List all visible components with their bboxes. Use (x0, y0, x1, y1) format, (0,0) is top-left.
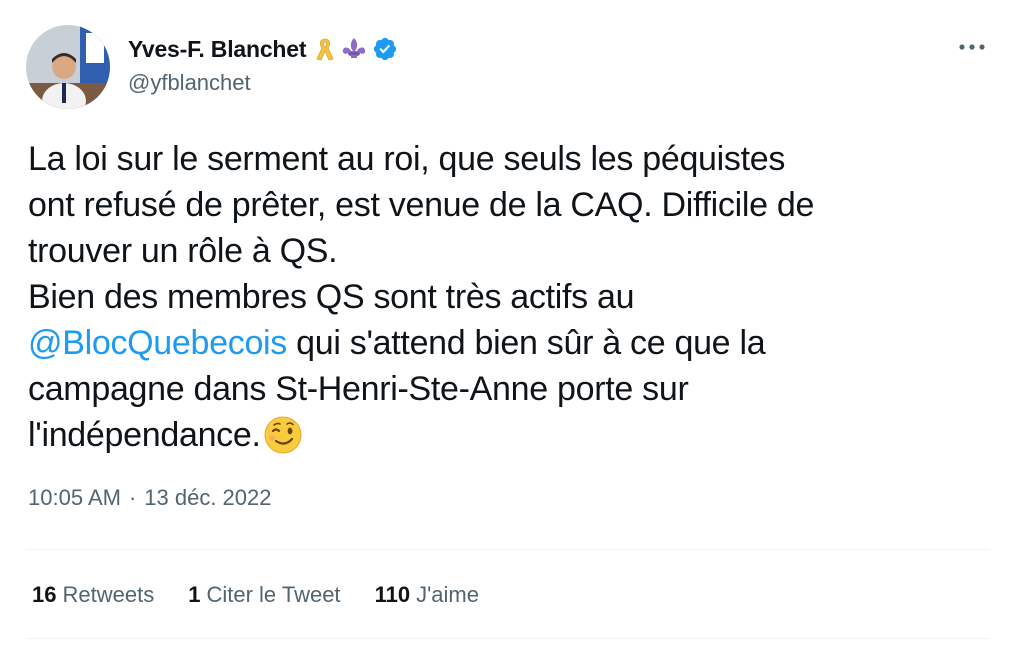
quotes-stat[interactable]: 1 Citer le Tweet (188, 582, 340, 608)
mention-link[interactable]: @BlocQuebecois (28, 324, 287, 362)
tweet-text-line: La loi sur le serment au roi, que seuls … (28, 140, 786, 178)
tweet-time[interactable]: 10:05 AM (28, 485, 121, 511)
more-dots-icon (959, 44, 985, 50)
author-handle[interactable]: @yfblanchet (128, 70, 251, 96)
tweet-card: Yves-F. Blanchet @yfblanchet La loi sur … (0, 0, 1016, 652)
tweet-text-segment: qui s'attend bien sûr à ce que la (287, 324, 766, 362)
likes-stat[interactable]: 110 J'aime (375, 582, 479, 608)
author-badges (314, 36, 398, 62)
likes-label: J'aime (416, 582, 479, 607)
meta-separator: · (128, 485, 137, 510)
yellow-ribbon-icon (314, 36, 336, 62)
quotes-count: 1 (188, 582, 201, 607)
tweet-timestamp: 10:05 AM · 13 déc. 2022 (28, 485, 272, 511)
tweet-text-line: Bien des membres QS sont très actifs au (28, 278, 635, 316)
quotes-label: Citer le Tweet (206, 582, 341, 607)
engagement-stats: 16 Retweets 1 Citer le Tweet 110 J'aime (32, 580, 513, 610)
likes-count: 110 (374, 582, 411, 607)
tweet-text-line: trouver un rôle à QS. (28, 232, 338, 270)
tweet-text-line-last: l'indépendance. (28, 412, 988, 467)
more-options-button[interactable] (952, 34, 992, 60)
tweet-date[interactable]: 13 déc. 2022 (144, 485, 271, 511)
avatar[interactable] (26, 25, 110, 109)
retweets-stat[interactable]: 16 Retweets (32, 582, 154, 608)
divider (26, 638, 990, 639)
author-display-name[interactable]: Yves-F. Blanchet (128, 36, 307, 63)
retweets-label: Retweets (62, 582, 155, 607)
fleur-de-lis-icon (340, 36, 368, 62)
verified-badge-icon (372, 36, 398, 62)
tweet-text-line-with-mention: @BlocQuebecois qui s'attend bien sûr à c… (28, 320, 988, 366)
winking-face-icon (263, 415, 303, 467)
retweets-count: 16 (32, 582, 57, 607)
tweet-text-line: campagne dans St-Henri-Ste-Anne porte su… (28, 370, 689, 408)
divider (26, 549, 990, 550)
tweet-text-line: ont refusé de prêter, est venue de la CA… (28, 186, 815, 224)
tweet-text-segment: l'indépendance. (28, 416, 261, 454)
author-name-row: Yves-F. Blanchet (128, 32, 398, 66)
tweet-text: La loi sur le serment au roi, que seuls … (28, 136, 988, 467)
